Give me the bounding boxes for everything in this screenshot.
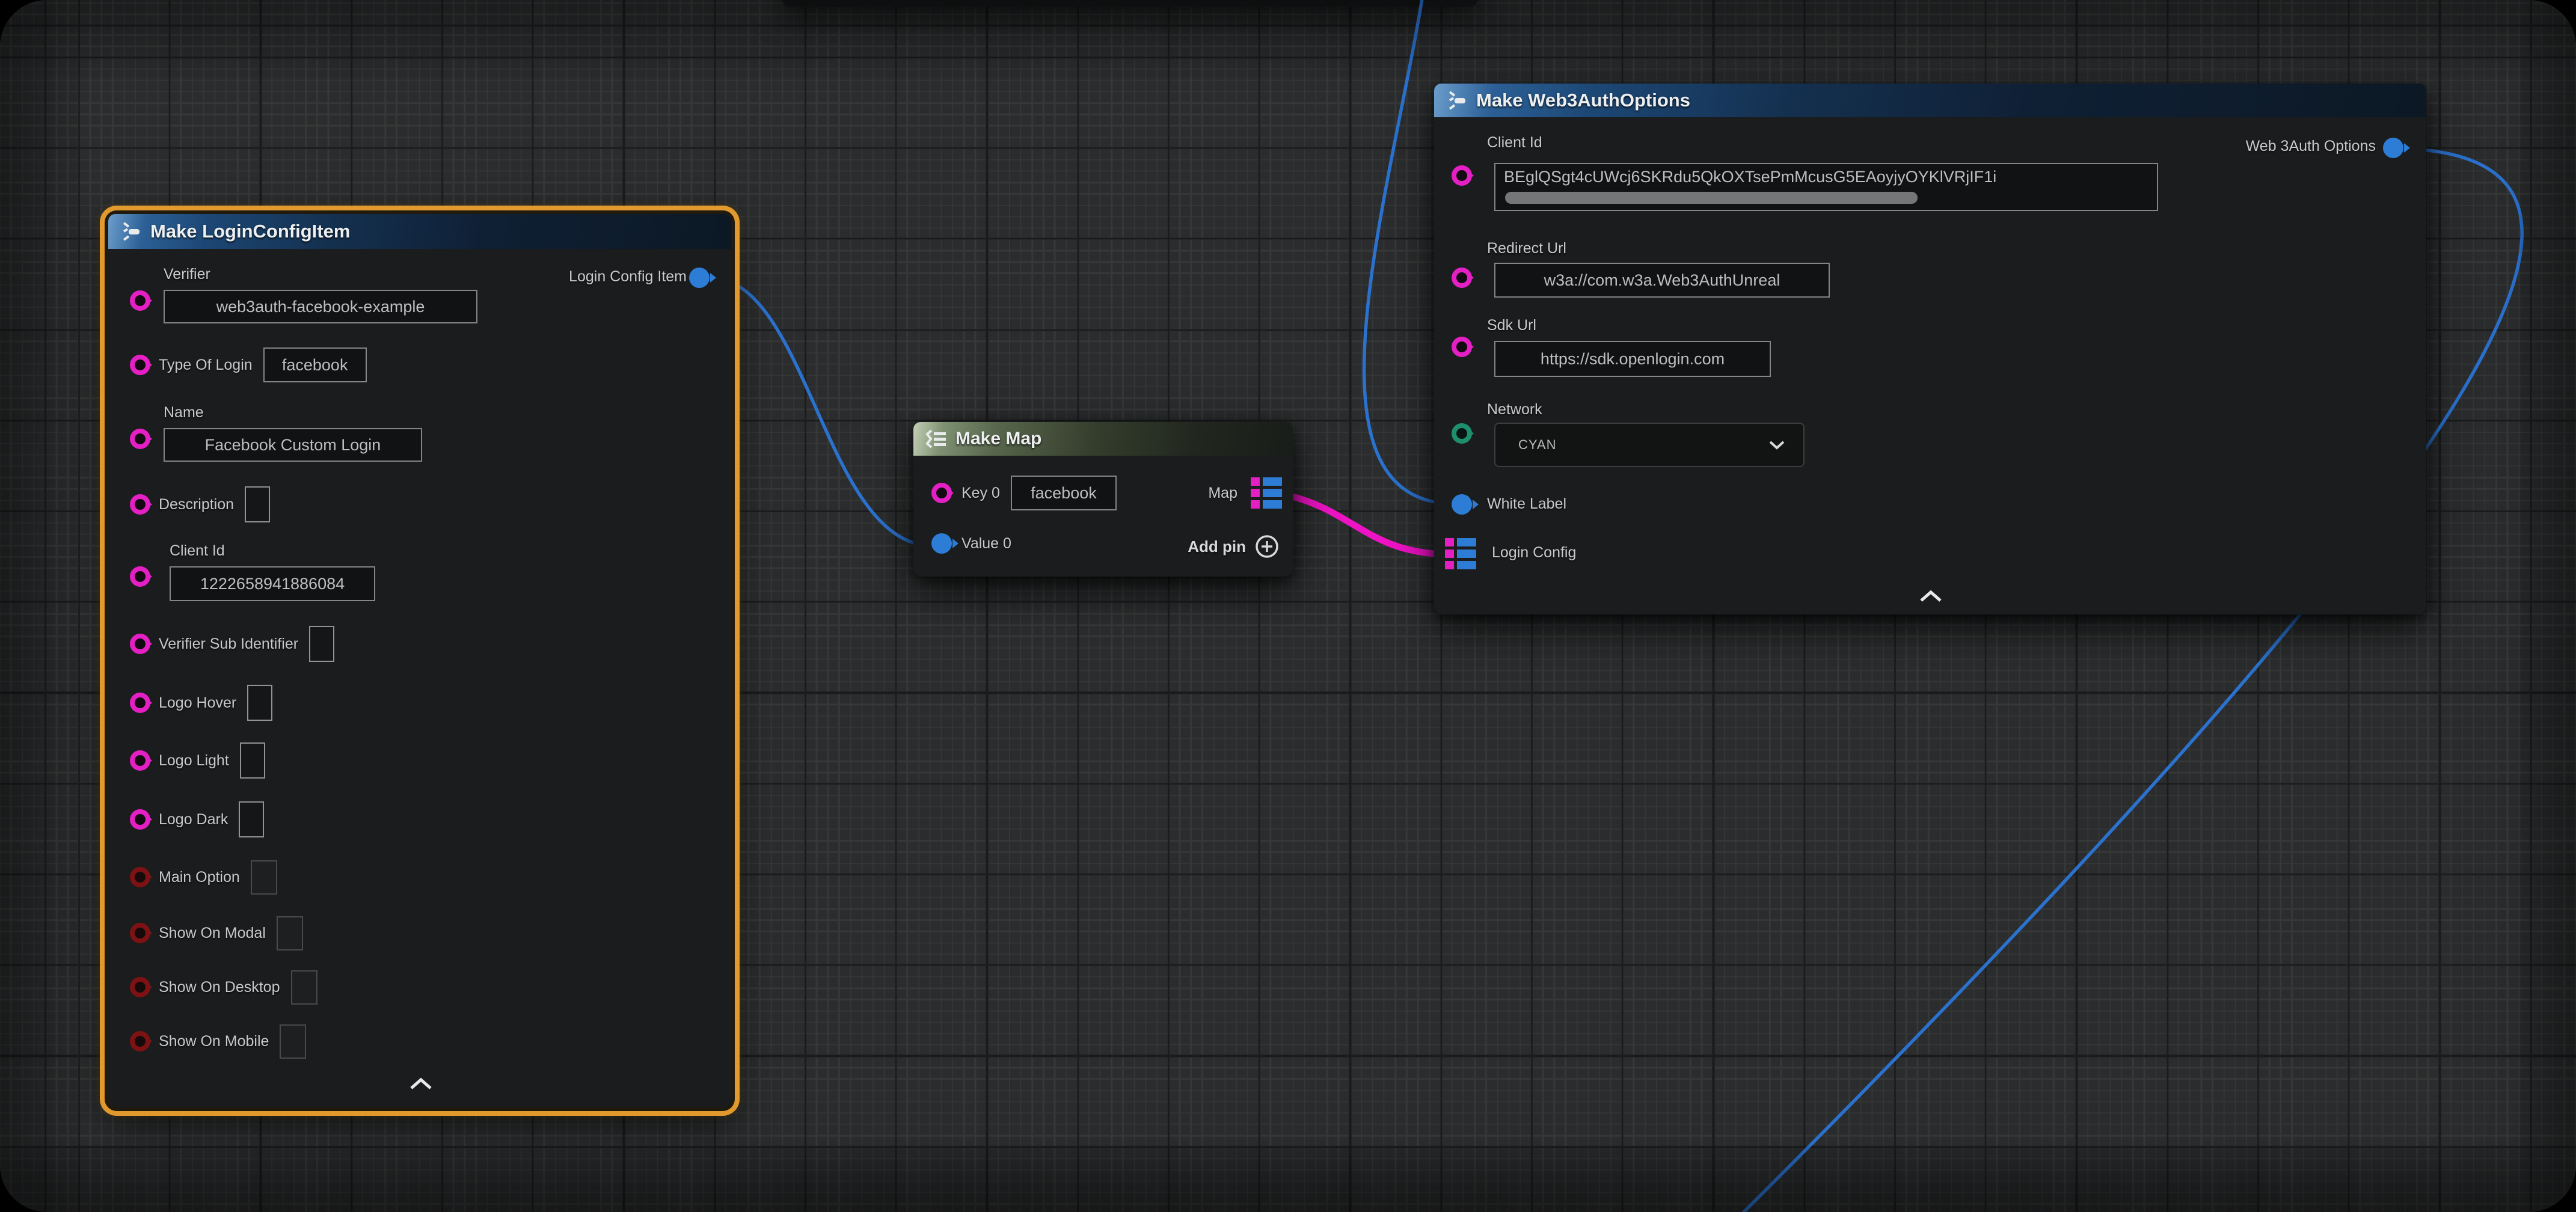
field-label: Sdk Url [1487, 317, 1536, 334]
output-pin-label: Web 3Auth Options [2246, 138, 2376, 155]
field-label: Show On Desktop [159, 979, 280, 996]
graph-canvas[interactable]: Make LoginConfigItem Login Config Item V… [0, 0, 2576, 1212]
description-input[interactable] [245, 486, 270, 522]
pin-show-on-modal[interactable] [130, 923, 150, 943]
pin-network[interactable] [1452, 423, 1472, 444]
pin-logo-light[interactable] [130, 750, 150, 771]
pin-key-0[interactable] [931, 483, 952, 503]
node-title: Make Web3AuthOptions [1476, 90, 1690, 111]
field-label: Network [1487, 401, 1542, 418]
pin-show-on-mobile[interactable] [130, 1031, 150, 1051]
main-option-checkbox[interactable] [251, 860, 277, 895]
field-label: White Label [1487, 495, 1566, 513]
blueprint-editor: Make LoginConfigItem Login Config Item V… [0, 0, 2576, 1212]
pin-type-of-login[interactable] [130, 355, 150, 375]
output-pin-web3auth-options[interactable] [2383, 138, 2403, 158]
pin-value-0[interactable] [931, 533, 952, 554]
collapse-node-arrow-icon[interactable] [1919, 590, 1943, 603]
chevron-down-icon [1768, 440, 1785, 450]
pin-verifier-sub-identifier[interactable] [130, 634, 150, 654]
redirect-url-input[interactable]: w3a://com.w3a.Web3AuthUnreal [1494, 263, 1830, 298]
offscreen-node-partial[interactable] [782, 0, 1478, 7]
node-header[interactable]: Make Map [913, 422, 1293, 456]
show-on-mobile-checkbox[interactable] [280, 1024, 306, 1059]
logo-light-input[interactable] [240, 742, 265, 779]
node-make-loginconfigitem[interactable]: Make LoginConfigItem Login Config Item V… [108, 214, 731, 1107]
field-label: Redirect Url [1487, 240, 1566, 257]
pin-sdk-url[interactable] [1452, 337, 1472, 357]
field-label: Show On Modal [159, 925, 266, 942]
field-label: Main Option [159, 869, 240, 886]
pin-white-label[interactable] [1452, 494, 1472, 515]
field-label: Name [164, 404, 204, 421]
pin-logo-dark[interactable] [130, 809, 150, 830]
make-map-icon [925, 429, 947, 449]
pin-name[interactable] [130, 429, 150, 449]
logo-hover-input[interactable] [247, 685, 272, 721]
node-header[interactable]: Make Web3AuthOptions [1434, 84, 2426, 117]
wire-map-to-loginconfig [1276, 493, 1450, 554]
make-struct-icon [1446, 90, 1468, 111]
sdk-url-input[interactable]: https://sdk.openlogin.com [1494, 341, 1771, 377]
client-id-input[interactable]: BEglQSgt4cUWcj6SKRdu5QkOXTsePmMcusG5EAoy… [1494, 163, 2158, 211]
node-make-map[interactable]: Make Map Key 0 facebook Map Value 0 [913, 422, 1293, 577]
field-label: Client Id [1487, 134, 1542, 152]
field-label: Logo Hover [159, 694, 236, 712]
logo-dark-input[interactable] [239, 801, 264, 837]
field-label: Type Of Login [159, 357, 253, 374]
add-pin-label: Add pin [1188, 537, 1246, 556]
pin-main-option[interactable] [130, 867, 150, 887]
field-label: Value 0 [961, 535, 1011, 552]
field-label: Login Config [1492, 544, 1576, 562]
output-pin-label: Map [1208, 485, 1237, 502]
type-of-login-input[interactable]: facebook [263, 347, 367, 382]
make-struct-icon [120, 221, 142, 242]
collapse-node-arrow-icon[interactable] [409, 1077, 433, 1091]
pin-logo-hover[interactable] [130, 693, 150, 713]
output-pin-label: Login Config Item [569, 268, 687, 286]
field-label: Logo Light [159, 752, 229, 770]
verifier-sub-identifier-input[interactable] [309, 626, 334, 662]
node-make-web3authoptions[interactable]: Make Web3AuthOptions Web 3Auth Options C… [1434, 84, 2426, 614]
field-label: Show On Mobile [159, 1033, 269, 1050]
output-pin-map[interactable] [1251, 477, 1284, 509]
pin-redirect-url[interactable] [1452, 268, 1472, 288]
pin-show-on-desktop[interactable] [130, 977, 150, 997]
pin-description[interactable] [130, 494, 150, 515]
output-pin-login-config-item[interactable] [689, 268, 710, 288]
wire-loginconfigitem-to-value0 [710, 278, 933, 546]
key-0-input[interactable]: facebook [1011, 476, 1117, 510]
field-label: Verifier [164, 266, 210, 283]
add-pin-button[interactable]: Add pin [1188, 534, 1280, 559]
field-label: Description [159, 496, 234, 513]
pin-login-config[interactable] [1445, 538, 1479, 569]
node-header[interactable]: Make LoginConfigItem [108, 214, 731, 249]
add-pin-plus-icon [1254, 534, 1280, 559]
field-label: Key 0 [961, 485, 1000, 502]
network-selected-value: CYAN [1518, 437, 1557, 453]
show-on-modal-checkbox[interactable] [277, 916, 303, 950]
client-id-input[interactable]: 1222658941886084 [170, 566, 375, 601]
field-label: Logo Dark [159, 811, 228, 828]
verifier-input[interactable]: web3auth-facebook-example [164, 290, 477, 323]
pin-client-id[interactable] [130, 566, 150, 587]
pin-verifier[interactable] [130, 290, 150, 311]
node-title: Make Map [955, 429, 1041, 449]
field-label: Verifier Sub Identifier [159, 635, 298, 653]
field-label: Client Id [170, 542, 225, 560]
name-input[interactable]: Facebook Custom Login [164, 428, 422, 462]
pin-client-id[interactable] [1452, 165, 1472, 186]
client-id-scrollbar[interactable] [1505, 192, 1918, 204]
show-on-desktop-checkbox[interactable] [291, 970, 317, 1005]
node-title: Make LoginConfigItem [150, 221, 350, 242]
network-dropdown[interactable]: CYAN [1494, 423, 1805, 467]
